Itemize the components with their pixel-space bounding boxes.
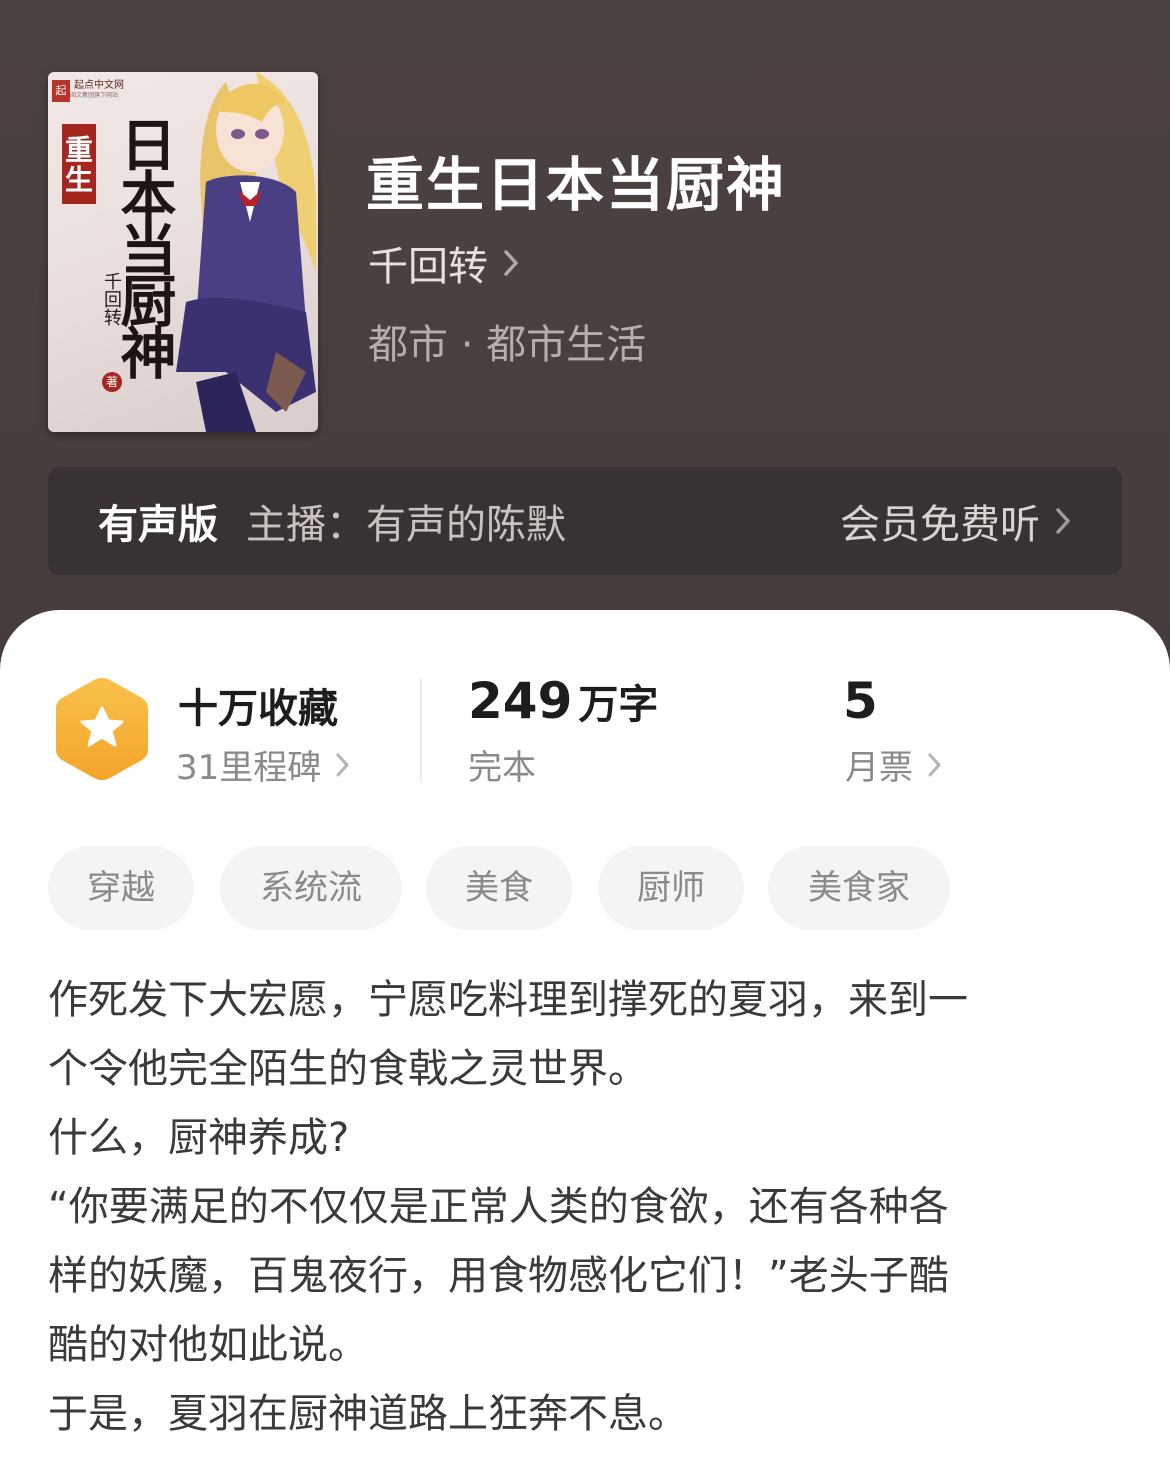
- book-header: 起 起点中文网 阅文集团旗下网站 重生 日本当厨神 千回转 著 重生日本当厨神 …: [0, 0, 1170, 700]
- book-detail-sheet: 十万收藏 31里程碑 249 万字 完本 5 月票 穿越 系统流 美食 厨师 美食…: [0, 610, 1170, 1468]
- cover-title-prefix: 重生: [61, 124, 96, 204]
- synopsis-line: 于是，夏羽在厨神道路上狂奔不息。: [48, 1391, 688, 1437]
- cover-character-illustration: [176, 72, 316, 432]
- cover-title: 日本当厨神: [111, 116, 177, 376]
- audio-cta-label: 会员免费听: [840, 502, 1040, 548]
- cover-author: 千回转: [101, 272, 122, 326]
- word-count-number: 249: [468, 672, 573, 730]
- publisher-name: 起点中文网: [74, 80, 124, 91]
- tag-chip[interactable]: 美食家: [768, 846, 950, 930]
- word-count: 249 万字: [468, 672, 658, 730]
- audio-version-bar[interactable]: 有声版 主播：有声的陈默 会员免费听: [48, 467, 1122, 575]
- synopsis-line: 什么，厨神养成?: [48, 1115, 350, 1161]
- cover-author-suffix: 著: [102, 372, 122, 392]
- audio-free-listen-button[interactable]: 会员免费听: [840, 492, 1072, 550]
- synopsis-line: 个令他完全陌生的食戟之灵世界。: [48, 1046, 648, 1092]
- word-count-unit: 万字: [578, 682, 659, 728]
- tag-chip[interactable]: 穿越: [48, 846, 194, 930]
- chevron-right-icon: [336, 753, 349, 776]
- tag-chip[interactable]: 厨师: [598, 846, 744, 930]
- book-cover[interactable]: 起 起点中文网 阅文集团旗下网站 重生 日本当厨神 千回转 著: [48, 72, 318, 432]
- cover-publisher: 起 起点中文网 阅文集团旗下网站: [52, 80, 124, 102]
- audio-label: 有声版: [98, 502, 218, 548]
- chevron-right-icon: [504, 250, 518, 276]
- synopsis-line: “你要满足的不仅仅是正常人类的食欲，还有各种各: [48, 1184, 949, 1230]
- synopsis-line: 酷的对他如此说。: [48, 1322, 368, 1368]
- audio-host: 主播：有声的陈默: [246, 502, 566, 548]
- monthly-tickets-label: 月票: [845, 748, 913, 788]
- author-link[interactable]: 千回转: [368, 234, 520, 292]
- monthly-tickets-link[interactable]: 月票: [845, 740, 943, 789]
- chevron-right-icon: [1056, 508, 1070, 534]
- tag-chip[interactable]: 系统流: [220, 846, 402, 930]
- publisher-logo-icon: 起: [52, 80, 70, 102]
- publisher-tagline: 阅文集团旗下网站: [70, 92, 119, 99]
- monthly-tickets-count: 5: [843, 672, 878, 730]
- tag-chip[interactable]: 美食: [426, 846, 572, 930]
- chevron-right-icon: [928, 753, 941, 776]
- author-name: 千回转: [368, 244, 488, 290]
- collections-count: 十万收藏: [178, 686, 338, 732]
- stats-divider: [420, 678, 422, 782]
- book-category[interactable]: 都市 · 都市生活: [368, 312, 646, 370]
- stats-row: 十万收藏 31里程碑 249 万字 完本 5 月票: [0, 610, 1170, 810]
- milestones-link[interactable]: 31里程碑: [176, 740, 351, 789]
- book-synopsis[interactable]: 作死发下大宏愿，宁愿吃料理到撑死的夏羽，来到一 个令他完全陌生的食戟之灵世界。 …: [48, 966, 1128, 1449]
- synopsis-line: 样的妖魔，百鬼夜行，用食物感化它们！”老头子酷: [48, 1253, 949, 1299]
- completion-status: 完本: [468, 748, 536, 788]
- synopsis-line: 作死发下大宏愿，宁愿吃料理到撑死的夏羽，来到一: [48, 977, 968, 1023]
- star-hexagon-icon: [56, 678, 148, 780]
- milestones-label: 31里程碑: [176, 748, 322, 788]
- book-title: 重生日本当厨神: [366, 151, 787, 219]
